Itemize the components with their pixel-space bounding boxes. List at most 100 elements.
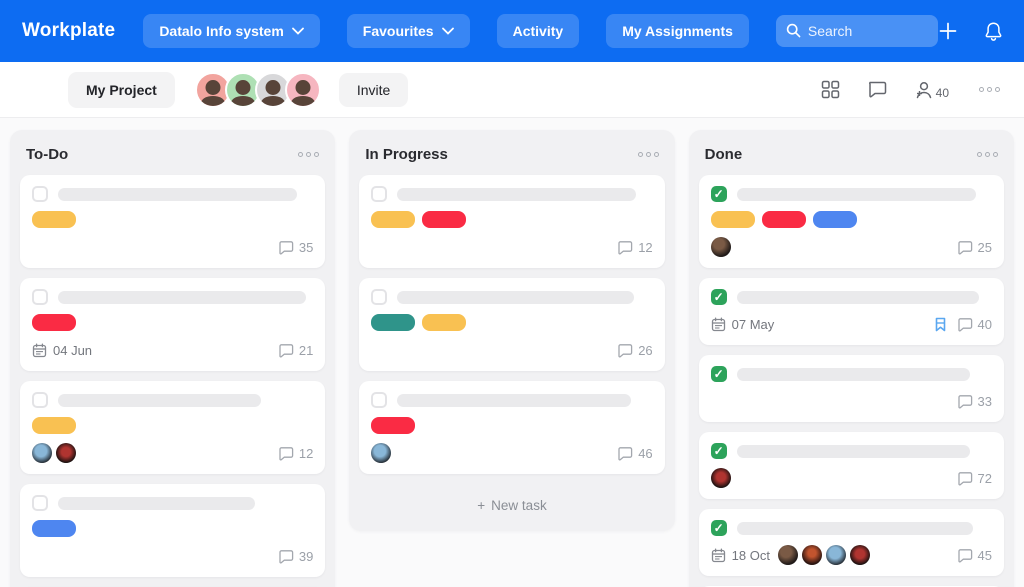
assignee-avatars: [32, 443, 76, 463]
tag-red[interactable]: [371, 417, 415, 434]
plus-icon: [938, 21, 958, 41]
column-menu-ellipsis-icon[interactable]: [974, 152, 998, 157]
assignee-avatar: [32, 443, 52, 463]
comment-icon: [957, 548, 973, 563]
task-card[interactable]: 25: [699, 175, 1004, 268]
workspace-selector[interactable]: Datalo Info system: [143, 14, 319, 48]
board-view-button[interactable]: [821, 80, 840, 99]
task-card[interactable]: 04 Jun 21: [20, 278, 325, 371]
comment-icon: [957, 317, 973, 332]
column-body: 25 07 May 40: [689, 175, 1014, 587]
favourites-button[interactable]: Favourites: [347, 14, 470, 48]
assignee-avatar: [56, 443, 76, 463]
task-card[interactable]: 46: [359, 381, 664, 474]
task-checkbox[interactable]: [711, 520, 727, 536]
assignee-avatar: [850, 545, 870, 565]
comment-count: 25: [978, 240, 992, 255]
tag-list: [32, 314, 313, 331]
comment-icon: [957, 240, 973, 255]
tag-list: [32, 211, 313, 228]
my-assignments-button[interactable]: My Assignments: [606, 14, 749, 48]
task-checkbox[interactable]: [371, 392, 387, 408]
task-card[interactable]: 33: [699, 355, 1004, 422]
comment-count: 26: [638, 343, 652, 358]
comment-count-badge: 21: [278, 343, 313, 358]
task-card[interactable]: 26: [359, 278, 664, 371]
favourites-label: Favourites: [363, 23, 434, 39]
tag-list: [371, 417, 652, 434]
task-checkbox[interactable]: [711, 289, 727, 305]
task-checkbox[interactable]: [371, 186, 387, 202]
comment-count-badge: 33: [957, 394, 992, 409]
task-card[interactable]: 72: [699, 432, 1004, 499]
activity-label: Activity: [513, 23, 564, 39]
new-task-button[interactable]: + New task: [349, 484, 674, 521]
comment-count: 39: [299, 549, 313, 564]
tag-yellow[interactable]: [422, 314, 466, 331]
task-checkbox[interactable]: [32, 392, 48, 408]
tag-yellow[interactable]: [32, 211, 76, 228]
chevron-down-icon: [292, 27, 304, 35]
column-menu-ellipsis-icon[interactable]: [635, 152, 659, 157]
comment-count-badge: 39: [278, 549, 313, 564]
search-box: [776, 15, 938, 47]
comment-icon: [278, 549, 294, 564]
task-card[interactable]: 07 May 40: [699, 278, 1004, 345]
due-date-text: 18 Oct: [732, 548, 770, 563]
toolbar-more-ellipsis-icon[interactable]: [976, 87, 1000, 92]
comment-count-badge: 25: [957, 240, 992, 255]
assignee-avatars: [711, 237, 731, 257]
task-checkbox[interactable]: [711, 366, 727, 382]
search-icon: [786, 23, 801, 38]
invite-button[interactable]: Invite: [339, 73, 408, 107]
task-checkbox[interactable]: [32, 186, 48, 202]
board-column: Done 25: [689, 130, 1014, 587]
column-menu-ellipsis-icon[interactable]: [295, 152, 319, 157]
task-checkbox[interactable]: [32, 289, 48, 305]
person-plus-icon: [914, 80, 934, 100]
tag-red[interactable]: [762, 211, 806, 228]
task-card[interactable]: 35: [20, 175, 325, 268]
comment-count-badge: 12: [617, 240, 652, 255]
due-date-text: 07 May: [732, 317, 775, 332]
project-name-button[interactable]: My Project: [68, 72, 175, 108]
tag-blue[interactable]: [32, 520, 76, 537]
member-avatar[interactable]: [285, 72, 321, 108]
task-title-placeholder: [737, 291, 979, 304]
comment-icon: [278, 240, 294, 255]
notifications-button[interactable]: [984, 21, 1003, 42]
tag-red[interactable]: [422, 211, 466, 228]
comment-count-badge: 45: [957, 548, 992, 563]
assignee-avatar: [711, 237, 731, 257]
tag-yellow[interactable]: [711, 211, 755, 228]
members-count-button[interactable]: 40: [914, 80, 949, 100]
task-card[interactable]: 12: [359, 175, 664, 268]
chat-bubble-icon: [867, 80, 887, 99]
comment-count-badge: 12: [278, 446, 313, 461]
assignee-avatar: [711, 468, 731, 488]
task-card[interactable]: 18 Oct 45: [699, 509, 1004, 576]
tag-yellow[interactable]: [32, 417, 76, 434]
tag-blue[interactable]: [813, 211, 857, 228]
comment-count: 33: [978, 394, 992, 409]
task-card[interactable]: 12: [20, 381, 325, 474]
comment-icon: [617, 240, 633, 255]
tag-yellow[interactable]: [371, 211, 415, 228]
tag-teal[interactable]: [371, 314, 415, 331]
add-button[interactable]: [938, 21, 958, 41]
task-checkbox[interactable]: [711, 443, 727, 459]
task-card[interactable]: 39: [20, 484, 325, 577]
activity-button[interactable]: Activity: [497, 14, 580, 48]
task-title-placeholder: [58, 497, 255, 510]
task-checkbox[interactable]: [32, 495, 48, 511]
tag-list: [32, 520, 313, 537]
comment-count-badge: 46: [617, 446, 652, 461]
invite-label: Invite: [357, 82, 390, 98]
column-title: To-Do: [26, 146, 68, 163]
task-checkbox[interactable]: [371, 289, 387, 305]
task-checkbox[interactable]: [711, 186, 727, 202]
tag-red[interactable]: [32, 314, 76, 331]
comment-count: 12: [638, 240, 652, 255]
comments-button[interactable]: [867, 80, 887, 99]
calendar-icon: [32, 343, 47, 358]
